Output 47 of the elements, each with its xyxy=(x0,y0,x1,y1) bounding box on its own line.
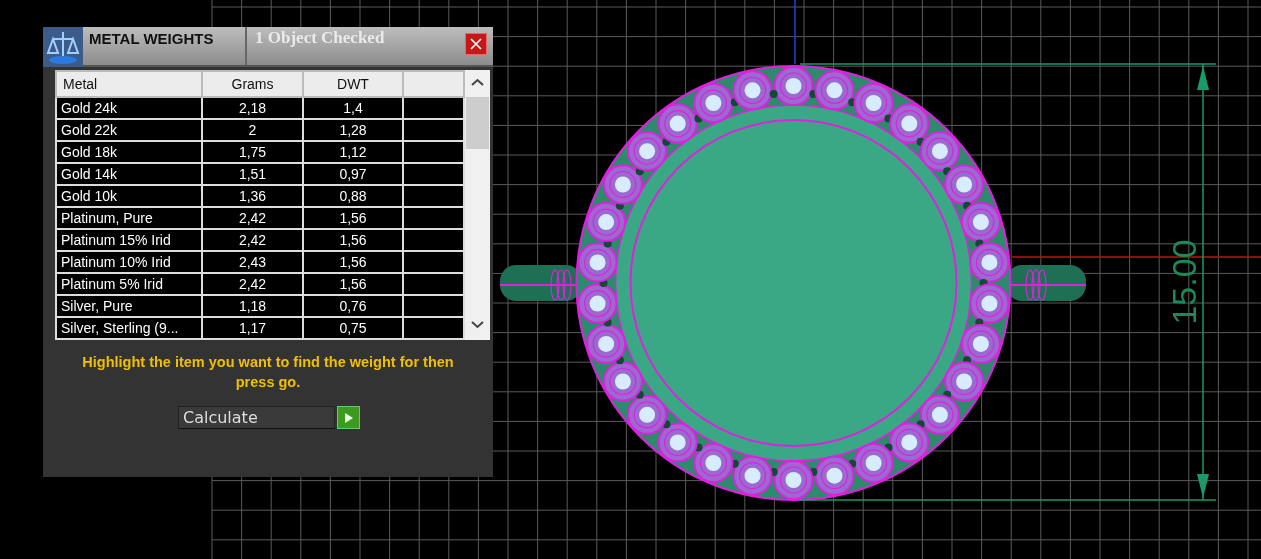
table-cell: 1,17 xyxy=(202,317,303,339)
table-cell: 1,36 xyxy=(202,185,303,207)
table-cell: Gold 18k xyxy=(56,141,202,163)
table-cell: 1,18 xyxy=(202,295,303,317)
table-cell: 1,28 xyxy=(303,119,403,141)
table-cell: 2,42 xyxy=(202,207,303,229)
table-cell: 0,97 xyxy=(303,163,403,185)
status-text: 1 Object Checked xyxy=(254,27,386,49)
table-cell: Platinum 10% Irid xyxy=(56,251,202,273)
instruction-text: Highlight the item you want to find the weight for then press go. xyxy=(81,353,455,392)
column-header[interactable]: Grams xyxy=(202,71,303,97)
table-cell: 1,56 xyxy=(303,251,403,273)
play-icon xyxy=(343,411,354,424)
table-cell: Gold 24k xyxy=(56,97,202,119)
table-cell: 1,4 xyxy=(303,97,403,119)
table-cell: 0,88 xyxy=(303,185,403,207)
table-cell: Gold 10k xyxy=(56,185,202,207)
table-cell: 1,12 xyxy=(303,141,403,163)
table-cell: 0,76 xyxy=(303,295,403,317)
dimension-label: 15.00 xyxy=(1165,239,1203,325)
close-icon xyxy=(469,37,483,51)
table-cell: 2,42 xyxy=(202,229,303,251)
table-cell: Platinum 5% Irid xyxy=(56,273,202,295)
table-cell: 1,56 xyxy=(303,207,403,229)
go-button[interactable] xyxy=(337,406,360,429)
table-cell: Gold 22k xyxy=(56,119,202,141)
close-button[interactable] xyxy=(465,33,487,55)
table-cell: 2,43 xyxy=(202,251,303,273)
table-cell: Platinum 15% Irid xyxy=(56,229,202,251)
table-cell: 1,51 xyxy=(202,163,303,185)
table-cell: 2,42 xyxy=(202,273,303,295)
table-cell: Platinum, Pure xyxy=(56,207,202,229)
window-title: METAL WEIGHTS xyxy=(83,27,247,65)
table-cell: Silver, Sterling (9... xyxy=(56,317,202,339)
column-header[interactable]: DWT xyxy=(303,71,403,97)
table-cell: 2 xyxy=(202,119,303,141)
table-cell: 1,56 xyxy=(303,229,403,251)
table-cell: Silver, Pure xyxy=(56,295,202,317)
action-field[interactable]: Calculate xyxy=(178,406,335,429)
table-cell: 2,18 xyxy=(202,97,303,119)
table-cell: 0,75 xyxy=(303,317,403,339)
table-cell: 1,56 xyxy=(303,273,403,295)
scale-icon xyxy=(43,27,83,67)
table-cell: 1,75 xyxy=(202,141,303,163)
column-header[interactable]: Metal xyxy=(56,71,202,97)
axis-line xyxy=(794,0,796,65)
table-cell: Gold 14k xyxy=(56,163,202,185)
